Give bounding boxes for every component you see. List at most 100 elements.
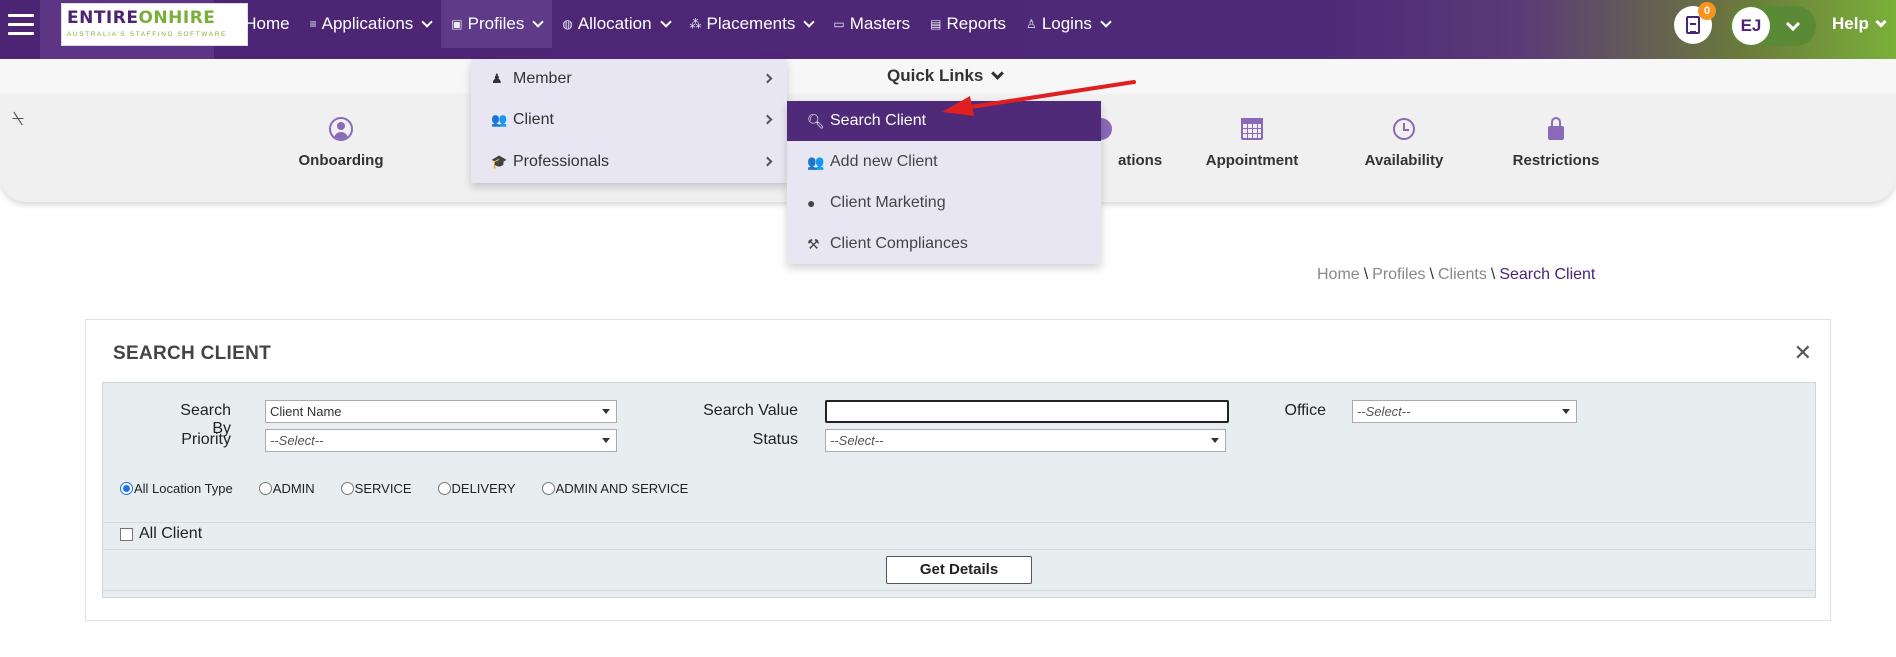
- network-icon: ⁂: [689, 17, 702, 31]
- location-type-group: All Location Type ADMIN SERVICE DELIVERY…: [120, 481, 714, 496]
- main-nav: ⌂ Home ≡ Applications ▣ Profiles ◍ Allocatio…: [222, 0, 1120, 48]
- gavel-icon: ⚒: [807, 235, 820, 252]
- menu-item-client[interactable]: 👥 Client: [471, 103, 787, 137]
- radio-admin-and-service[interactable]: ADMIN AND SERVICE: [541, 481, 689, 496]
- users-icon: 👥: [491, 112, 508, 127]
- divider: [103, 590, 1815, 591]
- submenu-label: Client Compliances: [830, 235, 968, 252]
- breadcrumb-profiles[interactable]: Profiles: [1372, 266, 1425, 283]
- chevron-right-icon: [762, 73, 773, 84]
- nav-reports[interactable]: ▤ Reports: [920, 0, 1016, 48]
- globe-icon: ◍: [562, 17, 573, 31]
- document-icon: [1686, 16, 1700, 34]
- company-logo[interactable]: ENTIREONHIRE AUSTRALIA'S STAFFING SOFTWA…: [61, 3, 248, 46]
- quick-link-onboarding[interactable]: Onboarding: [266, 116, 416, 169]
- nav-applications-label: Applications: [321, 14, 414, 33]
- quick-link-availability[interactable]: Availability: [1329, 116, 1479, 169]
- submenu-label: Add new Client: [830, 153, 938, 170]
- nav-allocation-label: Allocation: [577, 14, 652, 33]
- chevron-right-icon: [762, 156, 773, 167]
- office-select[interactable]: --Select--: [1352, 400, 1577, 423]
- nav-allocation[interactable]: ◍ Allocation: [552, 0, 679, 48]
- chevron-down-icon: [659, 15, 672, 28]
- submenu-add-new-client[interactable]: 👥 Add new Client: [787, 142, 1101, 182]
- nav-profiles[interactable]: ▣ Profiles: [441, 0, 553, 48]
- radio-button[interactable]: [340, 482, 354, 495]
- submenu-client-compliances[interactable]: ⚒ Client Compliances: [787, 224, 1101, 264]
- all-client-row: All Client: [120, 525, 202, 543]
- priority-label: Priority: [181, 431, 231, 448]
- quick-link-appointment[interactable]: Appointment: [1177, 116, 1327, 169]
- quick-link-restrictions[interactable]: Restrictions: [1481, 116, 1631, 169]
- search-by-select[interactable]: Client Name: [265, 400, 617, 423]
- priority-select[interactable]: --Select--: [265, 429, 617, 452]
- breadcrumb-clients[interactable]: Clients: [1438, 266, 1487, 283]
- breadcrumb: Home \ Profiles \ Clients \ Search Client: [1317, 266, 1595, 284]
- breadcrumb-separator: \: [1429, 266, 1434, 283]
- radio-button[interactable]: [258, 482, 272, 495]
- breadcrumb-separator: \: [1363, 266, 1369, 283]
- search-client-card: SEARCH CLIENT ✕ Search By Client Name Se…: [85, 319, 1831, 621]
- nav-masters[interactable]: ▭ Masters: [823, 0, 920, 48]
- chevron-down-icon: [421, 15, 433, 28]
- menu-item-label: Client: [513, 111, 554, 128]
- submenu-client-marketing[interactable]: ● Client Marketing: [787, 183, 1101, 223]
- graduation-cap-icon: 🎓: [491, 154, 508, 169]
- quick-link-label: Appointment: [1205, 152, 1299, 169]
- nav-logins-label: Logins: [1041, 14, 1092, 33]
- breadcrumb-current: Search Client: [1499, 266, 1596, 283]
- menu-item-professionals[interactable]: 🎓 Professionals: [471, 145, 787, 179]
- quick-link-label: Availability: [1364, 152, 1444, 169]
- chevron-down-icon: [1100, 15, 1112, 28]
- user-menu[interactable]: EJ: [1730, 6, 1816, 46]
- chevron-right-icon: [762, 114, 773, 125]
- quick-link-label: Onboarding: [298, 152, 384, 169]
- globe-icon: ●: [807, 195, 816, 211]
- search-value-label: Search Value: [703, 402, 798, 419]
- radio-all-location-type[interactable]: All Location Type: [120, 481, 233, 496]
- close-icon[interactable]: ✕: [1794, 340, 1812, 366]
- nav-placements[interactable]: ⁂ Placements: [680, 0, 824, 48]
- radio-service[interactable]: SERVICE: [340, 481, 412, 496]
- annotation-arrow: [942, 80, 1136, 116]
- radio-button[interactable]: [120, 482, 133, 495]
- radio-delivery[interactable]: DELIVERY: [437, 481, 516, 496]
- status-select[interactable]: --Select--: [825, 429, 1226, 452]
- person-circle-icon: [329, 117, 353, 141]
- logo-text-onhire: ONHIRE: [138, 8, 216, 28]
- search-form: Search By Client Name Search Value Offic…: [102, 382, 1816, 598]
- radio-button[interactable]: [541, 482, 555, 495]
- avatar: EJ: [1732, 7, 1770, 45]
- menu-item-member[interactable]: ♟ Member: [471, 62, 787, 96]
- status-label: Status: [752, 431, 798, 448]
- get-details-button[interactable]: Get Details: [886, 556, 1032, 584]
- profiles-dropdown: ♟ Member 👥 Client 🎓 Professionals: [471, 59, 787, 183]
- radio-label: ADMIN: [272, 481, 315, 496]
- report-icon: ▤: [930, 17, 942, 31]
- search-value-input[interactable]: [825, 400, 1229, 423]
- nav-applications[interactable]: ≡ Applications: [300, 0, 442, 48]
- profile-icon: ▣: [451, 17, 463, 31]
- hamburger-menu-icon[interactable]: [8, 14, 34, 36]
- quick-link-label: Restrictions: [1512, 152, 1600, 169]
- nav-home[interactable]: ⌂ Home: [222, 0, 300, 48]
- submenu-label: Client Marketing: [830, 194, 946, 211]
- all-client-checkbox[interactable]: [120, 527, 133, 541]
- folder-icon: ▭: [833, 17, 845, 31]
- unpin-icon[interactable]: ⍀: [12, 108, 24, 131]
- all-client-label: All Client: [139, 525, 203, 542]
- chevron-down-icon: [803, 15, 816, 28]
- nav-logins[interactable]: ♙ Logins: [1016, 0, 1120, 48]
- radio-button[interactable]: [437, 482, 451, 495]
- radio-label: All Location Type: [134, 481, 233, 496]
- lock-icon: [1548, 117, 1564, 140]
- breadcrumb-home[interactable]: Home: [1317, 266, 1360, 283]
- nav-profiles-label: Profiles: [467, 14, 525, 33]
- member-icon: ♟: [491, 71, 503, 86]
- chevron-down-icon: [1785, 16, 1801, 31]
- radio-label: ADMIN AND SERVICE: [555, 481, 689, 496]
- radio-admin[interactable]: ADMIN: [258, 481, 315, 496]
- nav-home-label: Home: [244, 14, 290, 33]
- help-menu[interactable]: Help: [1832, 14, 1887, 34]
- radio-label: SERVICE: [354, 481, 412, 496]
